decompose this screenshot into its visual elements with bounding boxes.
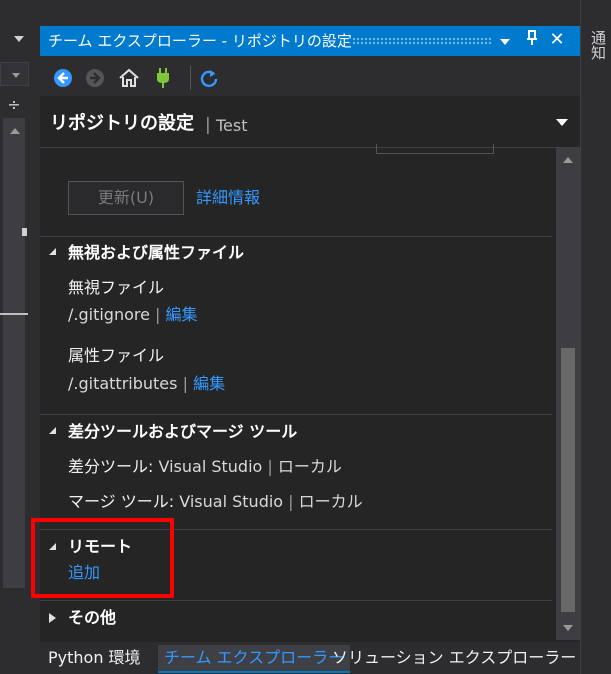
title-separator: | <box>205 115 211 135</box>
toolbar-separator <box>190 66 191 90</box>
section-divider <box>40 236 552 237</box>
close-icon[interactable]: ✕ <box>548 29 566 51</box>
ignore-file-label: 無視ファイル <box>68 278 165 297</box>
home-icon[interactable] <box>118 67 140 89</box>
details-link[interactable]: 詳細情報 <box>196 187 260 209</box>
scroll-down-icon[interactable] <box>563 625 573 631</box>
row-separator: | <box>155 305 161 324</box>
attributes-file-row: /.gitattributes | 編集 <box>68 373 225 395</box>
scroll-up-icon[interactable] <box>563 157 573 163</box>
highlight-box <box>31 518 174 598</box>
side-tool-strip <box>580 0 611 674</box>
diff-section-title[interactable]: 差分ツールおよびマージ ツール <box>68 421 297 443</box>
refresh-icon[interactable] <box>198 67 220 89</box>
row-separator: | <box>288 492 294 511</box>
pin-icon[interactable] <box>524 30 540 52</box>
merge-tool-vs[interactable]: Visual Studio <box>179 492 283 511</box>
chevron-down-icon <box>12 73 20 78</box>
attributes-edit-link[interactable]: 編集 <box>193 374 225 393</box>
back-icon[interactable] <box>52 67 74 89</box>
page-menu-dropdown-icon[interactable] <box>556 119 568 126</box>
merge-tool-label: マージ ツール: <box>68 492 175 511</box>
diff-tool-label: 差分ツール: <box>68 457 154 476</box>
editor-scrollbar[interactable] <box>3 118 25 588</box>
row-separator: | <box>182 374 188 393</box>
ignore-edit-link[interactable]: 編集 <box>166 305 198 324</box>
window-position-icon[interactable] <box>500 39 510 45</box>
tab-solution-explorer[interactable]: ソリューション エクスプローラー <box>326 645 582 671</box>
truncated-input-box[interactable] <box>376 144 494 154</box>
repository-name: Test <box>216 116 248 135</box>
diff-tool-vs[interactable]: Visual Studio <box>159 457 263 476</box>
other-section-title[interactable]: その他 <box>68 607 116 629</box>
diff-tool-row: 差分ツール: Visual Studio | ローカル <box>68 456 342 478</box>
split-editor-icon[interactable]: ÷ <box>6 95 22 115</box>
ignore-section-title[interactable]: 無視および属性ファイル <box>68 242 244 264</box>
expand-triangle-icon[interactable] <box>49 613 56 623</box>
ignore-file-row: /.gitignore | 編集 <box>68 304 198 326</box>
attributes-file-label: 属性ファイル <box>68 346 165 365</box>
merge-tool-local[interactable]: ローカル <box>299 492 363 511</box>
tab-python-environments[interactable]: Python 環境 <box>42 645 147 671</box>
update-button[interactable]: 更新(U) <box>68 181 184 215</box>
section-divider <box>40 600 552 601</box>
merge-tool-row: マージ ツール: Visual Studio | ローカル <box>68 491 363 513</box>
diff-tool-local[interactable]: ローカル <box>278 457 342 476</box>
tab-team-explorer[interactable]: チーム エクスプローラー <box>158 645 351 673</box>
collapse-triangle-icon[interactable] <box>49 248 56 255</box>
dropdown-arrow-icon[interactable] <box>14 36 24 42</box>
collapse-triangle-icon[interactable] <box>49 427 56 434</box>
title-grip[interactable] <box>352 37 492 45</box>
row-separator: | <box>267 457 273 476</box>
scroll-up-icon[interactable] <box>10 128 20 134</box>
scroll-marker <box>22 228 27 236</box>
forward-icon[interactable] <box>84 67 106 89</box>
panel-title: チーム エクスプローラー - リポジトリの設定 <box>48 32 352 50</box>
pin-glyph <box>527 30 537 45</box>
scroll-thumb[interactable] <box>561 348 575 612</box>
connect-icon[interactable] <box>152 67 174 89</box>
ignore-file-path: /.gitignore <box>68 305 150 324</box>
scroll-thumb-line <box>0 313 28 315</box>
attributes-file-path: /.gitattributes <box>68 374 178 393</box>
section-divider <box>40 414 552 415</box>
page-title: リポジトリの設定 <box>50 113 194 134</box>
notifications-tab[interactable]: 通知 <box>589 30 607 60</box>
